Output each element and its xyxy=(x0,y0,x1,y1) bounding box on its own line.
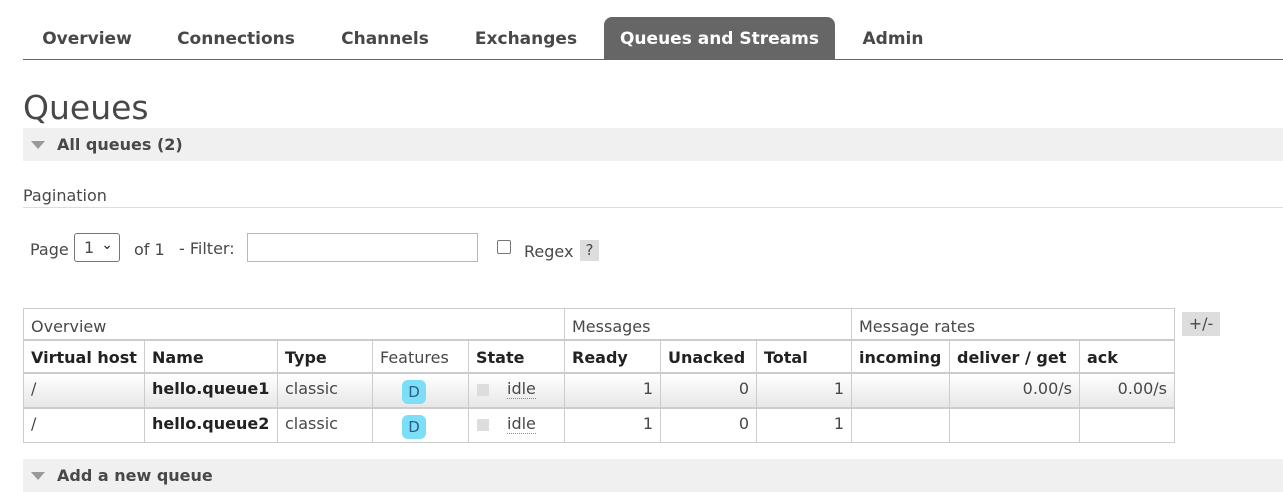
row1-incoming xyxy=(851,373,950,408)
row2-total: 1 xyxy=(756,408,852,443)
column-header-incoming[interactable]: incoming xyxy=(851,340,950,373)
chevron-down-icon: ⌄ xyxy=(101,237,113,253)
row1-unacked: 0 xyxy=(660,373,757,408)
tab-exchanges[interactable]: Exchanges xyxy=(459,17,593,59)
row2-type: classic xyxy=(277,408,373,443)
row2-features: D xyxy=(372,408,469,443)
tab-queues-and-streams[interactable]: Queues and Streams xyxy=(604,17,835,59)
row2-vhost: / xyxy=(23,408,145,443)
row2-incoming xyxy=(851,408,950,443)
row1-type: classic xyxy=(277,373,373,408)
row2-state: idle xyxy=(468,408,565,443)
row2-ack xyxy=(1079,408,1175,443)
page-label: Page xyxy=(30,240,69,259)
main-nav: Overview Connections Channels Exchanges … xyxy=(23,17,1283,60)
add-queue-section-toggle[interactable]: Add a new queue xyxy=(23,459,1283,492)
column-header-unacked[interactable]: Unacked xyxy=(660,340,757,373)
page-select-value: 1 xyxy=(84,238,95,257)
column-header-ack[interactable]: ack xyxy=(1079,340,1175,373)
row2-deliver-get xyxy=(949,408,1080,443)
all-queues-section-toggle[interactable]: All queues (2) xyxy=(23,128,1283,161)
durable-feature-badge: D xyxy=(402,415,426,439)
tab-channels[interactable]: Channels xyxy=(323,17,447,59)
row2-state-label: idle xyxy=(507,414,536,434)
row1-ready: 1 xyxy=(564,373,661,408)
column-header-ready[interactable]: Ready xyxy=(564,340,661,373)
state-indicator-icon xyxy=(477,383,489,396)
column-header-total[interactable]: Total xyxy=(756,340,852,373)
row1-state-label: idle xyxy=(507,379,536,399)
regex-checkbox[interactable] xyxy=(497,240,511,254)
row2-ready: 1 xyxy=(564,408,661,443)
group-header-overview: Overview xyxy=(23,308,565,340)
row1-ack: 0.00/s xyxy=(1079,373,1175,408)
regex-help-button[interactable]: ? xyxy=(580,240,599,261)
column-header-name[interactable]: Name xyxy=(144,340,278,373)
tab-connections[interactable]: Connections xyxy=(161,17,311,59)
group-header-messages: Messages xyxy=(564,308,852,340)
page-title: Queues xyxy=(23,88,149,127)
collapse-triangle-icon xyxy=(31,472,45,480)
collapse-triangle-icon xyxy=(31,141,45,149)
tab-overview[interactable]: Overview xyxy=(23,17,151,59)
filter-input[interactable] xyxy=(247,233,478,262)
column-header-state[interactable]: State xyxy=(468,340,565,373)
durable-feature-badge: D xyxy=(402,380,426,404)
row1-features: D xyxy=(372,373,469,408)
row1-vhost: / xyxy=(23,373,145,408)
row2-unacked: 0 xyxy=(660,408,757,443)
page-count-label: of 1 xyxy=(134,240,165,259)
tab-admin[interactable]: Admin xyxy=(845,17,941,59)
row1-queue-name-link[interactable]: hello.queue1 xyxy=(144,373,278,408)
state-indicator-icon xyxy=(477,418,489,431)
column-header-deliver-get[interactable]: deliver / get xyxy=(949,340,1080,373)
regex-label: Regex xyxy=(524,242,574,261)
column-header-type[interactable]: Type xyxy=(277,340,373,373)
all-queues-label: All queues (2) xyxy=(57,135,183,154)
add-queue-label: Add a new queue xyxy=(57,466,213,485)
column-header-features: Features xyxy=(372,340,469,373)
row1-total: 1 xyxy=(756,373,852,408)
pagination-divider xyxy=(23,207,1283,208)
columns-toggle-button[interactable]: +/- xyxy=(1182,312,1220,336)
row1-state: idle xyxy=(468,373,565,408)
row1-deliver-get: 0.00/s xyxy=(949,373,1080,408)
group-header-message-rates: Message rates xyxy=(851,308,1175,340)
filter-label: - Filter: xyxy=(179,239,235,258)
row2-queue-name-link[interactable]: hello.queue2 xyxy=(144,408,278,443)
pagination-title: Pagination xyxy=(23,186,107,205)
page-select[interactable]: 1 ⌄ xyxy=(74,233,120,262)
column-header-virtual-host[interactable]: Virtual host xyxy=(23,340,145,373)
